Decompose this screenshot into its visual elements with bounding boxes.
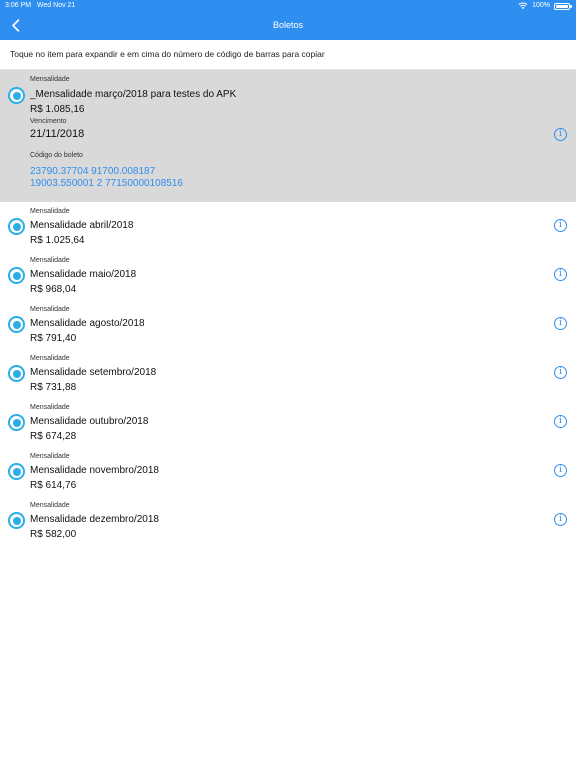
status-left: 3:06 PM Wed Nov 21 [5, 0, 75, 12]
info-icon[interactable]: i [554, 464, 567, 477]
item-amount: R$ 582,00 [30, 529, 77, 540]
item-title: Mensalidade setembro/2018 [30, 367, 157, 378]
item-category: Mensalidade [30, 453, 70, 460]
list-item[interactable]: Mensalidade Mensalidade outubro/2018 R$ … [0, 402, 576, 451]
radio-button[interactable] [8, 365, 25, 382]
item-category: Mensalidade [30, 76, 70, 83]
list-item[interactable]: Mensalidade Mensalidade maio/2018 R$ 968… [0, 255, 576, 304]
barcode-label: Código do boleto [30, 152, 83, 159]
instructions-text: Toque no item para expandir e em cima do… [0, 40, 576, 70]
item-amount: R$ 791,40 [30, 333, 77, 344]
item-title: Mensalidade novembro/2018 [30, 465, 159, 476]
radio-button[interactable] [8, 267, 25, 284]
item-amount: R$ 1.025,64 [30, 235, 85, 246]
item-title: Mensalidade abril/2018 [30, 220, 134, 231]
list-item[interactable]: Mensalidade Mensalidade dezembro/2018 R$… [0, 500, 576, 549]
radio-button[interactable] [8, 463, 25, 480]
item-title: Mensalidade agosto/2018 [30, 318, 145, 329]
status-date: Wed Nov 21 [36, 2, 76, 9]
item-category: Mensalidade [30, 355, 70, 362]
item-title: Mensalidade outubro/2018 [30, 416, 149, 427]
radio-button[interactable] [8, 414, 25, 431]
barcode-line-1[interactable]: 23790.37704 91700.008187 [30, 166, 155, 178]
item-amount: R$ 1.085,16 [30, 104, 85, 115]
list-item[interactable]: Mensalidade Mensalidade novembro/2018 R$… [0, 451, 576, 500]
item-title: Mensalidade dezembro/2018 [30, 514, 159, 525]
nav-bar: 3:06 PM Wed Nov 21 100% Boletos [0, 0, 576, 40]
page-title: Boletos [272, 20, 304, 30]
status-bar: 3:06 PM Wed Nov 21 100% [0, 0, 576, 12]
item-category: Mensalidade [30, 306, 70, 313]
item-amount: R$ 614,76 [30, 480, 77, 491]
due-date: 21/11/2018 [30, 128, 85, 140]
list-item[interactable]: Mensalidade Mensalidade abril/2018 R$ 1.… [0, 206, 576, 255]
info-icon[interactable]: i [554, 317, 567, 330]
radio-button[interactable] [8, 316, 25, 333]
info-icon[interactable]: i [554, 128, 567, 141]
status-time: 3:06 PM [5, 2, 32, 9]
item-title: Mensalidade maio/2018 [30, 269, 137, 280]
item-amount: R$ 731,88 [30, 382, 77, 393]
item-category: Mensalidade [30, 502, 70, 509]
wifi-icon [518, 2, 528, 10]
item-category: Mensalidade [30, 257, 70, 264]
status-right: 100% [518, 0, 572, 12]
item-amount: R$ 968,04 [30, 284, 77, 295]
item-category: Mensalidade [30, 208, 70, 215]
info-icon[interactable]: i [554, 268, 567, 281]
radio-button[interactable] [8, 87, 25, 104]
due-date-label: Vencimento [30, 118, 67, 125]
info-icon[interactable]: i [554, 366, 567, 379]
battery-icon [554, 2, 572, 10]
list-item[interactable]: Mensalidade Mensalidade agosto/2018 R$ 7… [0, 304, 576, 353]
radio-button[interactable] [8, 512, 25, 529]
info-icon[interactable]: i [554, 513, 567, 526]
battery-percent: 100% [532, 2, 550, 9]
item-category: Mensalidade [30, 404, 70, 411]
item-title: _Mensalidade março/2018 para testes do A… [30, 89, 237, 100]
radio-button[interactable] [8, 218, 25, 235]
info-icon[interactable]: i [554, 219, 567, 232]
expanded-boleto-item[interactable]: Mensalidade _Mensalidade março/2018 para… [0, 70, 576, 202]
barcode-line-2[interactable]: 19003.550001 2 77150000108516 [30, 178, 183, 190]
item-amount: R$ 674,28 [30, 431, 77, 442]
list-item[interactable]: Mensalidade Mensalidade setembro/2018 R$… [0, 353, 576, 402]
info-icon[interactable]: i [554, 415, 567, 428]
